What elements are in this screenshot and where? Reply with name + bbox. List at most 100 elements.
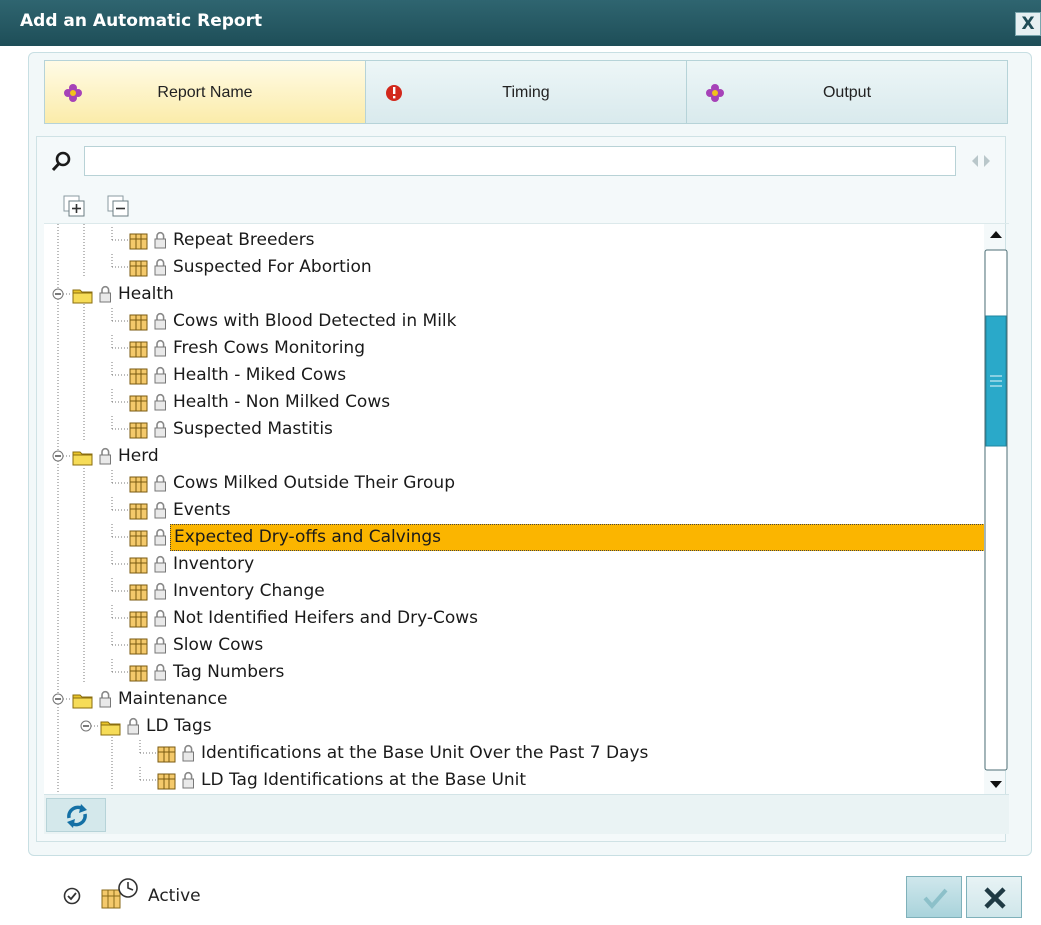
report-tree: Repeat Breeders Suspected For Abortion Hea… <box>44 224 984 794</box>
ok-button[interactable] <box>906 876 962 918</box>
lock-icon <box>154 258 166 276</box>
tree-report-row[interactable]: Inventory <box>44 551 984 578</box>
report-grid-icon <box>129 638 148 655</box>
tab-output-label: Output <box>822 84 872 101</box>
tree-item-label: Suspected For Abortion <box>173 257 372 277</box>
tab-timing[interactable]: Timing <box>366 61 687 123</box>
search-row <box>44 143 1009 179</box>
search-input[interactable] <box>84 146 956 176</box>
refresh-icon <box>67 804 87 828</box>
report-grid-icon <box>129 314 148 331</box>
tree-folder-row[interactable]: Herd <box>44 443 984 470</box>
lock-icon <box>154 582 166 600</box>
lock-icon <box>182 771 194 789</box>
report-grid-icon <box>129 368 148 385</box>
lock-icon <box>154 528 166 546</box>
close-button[interactable]: X <box>1015 12 1041 36</box>
tree-report-row[interactable]: LD Tag Identifications at the Base Unit <box>44 767 984 794</box>
tree-report-row[interactable]: Suspected For Abortion <box>44 254 984 281</box>
tab-timing-label: Timing <box>502 84 550 101</box>
tab-strip: Report Name Timing Output <box>44 60 1008 124</box>
tree-report-row[interactable]: Not Identified Heifers and Dry-Cows <box>44 605 984 632</box>
tree-item-label: Cows Milked Outside Their Group <box>173 473 455 493</box>
refresh-button[interactable] <box>46 798 106 832</box>
tab-report-name[interactable]: Report Name <box>45 61 366 123</box>
checkmark-icon <box>923 888 948 910</box>
report-grid-icon <box>157 773 176 790</box>
report-grid-icon <box>129 665 148 682</box>
tree-report-row[interactable]: Fresh Cows Monitoring <box>44 335 984 362</box>
folder-icon <box>72 451 93 466</box>
folder-icon <box>72 694 93 709</box>
active-checkbox-icon[interactable] <box>62 886 82 906</box>
tree-report-row[interactable]: Events <box>44 497 984 524</box>
nav-arrows-icon[interactable] <box>964 151 1000 171</box>
tree-report-row[interactable]: Expected Dry-offs and Calvings <box>44 524 984 551</box>
lock-icon <box>154 231 166 249</box>
tree-report-row[interactable]: Health - Miked Cows <box>44 362 984 389</box>
report-grid-icon <box>129 233 148 250</box>
tree-folder-row[interactable]: Maintenance <box>44 686 984 713</box>
expand-all-icon[interactable] <box>62 194 88 218</box>
tree-item-label: Cows with Blood Detected in Milk <box>173 311 457 331</box>
cancel-button[interactable] <box>966 876 1022 918</box>
tree-scrollbar[interactable] <box>984 224 1008 794</box>
lock-icon <box>182 744 194 762</box>
tree-item-label: Fresh Cows Monitoring <box>173 338 365 358</box>
tree-item-label: LD Tags <box>146 716 212 736</box>
tree-item-label: Maintenance <box>118 689 228 709</box>
refresh-bar <box>44 794 1009 834</box>
title-bar: Add an Automatic Report X <box>0 0 1041 46</box>
tree-report-row[interactable]: Health - Non Milked Cows <box>44 389 984 416</box>
lock-icon <box>154 366 166 384</box>
report-grid-icon <box>129 476 148 493</box>
tree-report-row[interactable]: Suspected Mastitis <box>44 416 984 443</box>
tree-report-row[interactable]: Slow Cows <box>44 632 984 659</box>
tree-item-label: Events <box>173 500 231 520</box>
collapse-all-icon[interactable] <box>106 194 132 218</box>
scroll-up-icon <box>990 231 1002 238</box>
tree-report-row[interactable]: Cows with Blood Detected in Milk <box>44 308 984 335</box>
scroll-down-icon <box>990 781 1002 788</box>
tree-item-label: Repeat Breeders <box>173 230 315 250</box>
lock-icon <box>154 312 166 330</box>
tree-folder-row[interactable]: LD Tags <box>44 713 984 740</box>
report-grid-icon <box>129 584 148 601</box>
tree-item-label: Herd <box>118 446 159 466</box>
tree-report-row[interactable]: Identifications at the Base Unit Over th… <box>44 740 984 767</box>
report-grid-icon <box>157 746 176 763</box>
lock-icon <box>154 663 166 681</box>
lock-icon <box>154 339 166 357</box>
tree-report-row[interactable]: Tag Numbers <box>44 659 984 686</box>
report-grid-icon <box>129 611 148 628</box>
report-grid-icon <box>129 260 148 277</box>
tree-item-label: Suspected Mastitis <box>173 419 333 439</box>
search-icon <box>51 151 71 172</box>
tree-report-row[interactable]: Repeat Breeders <box>44 227 984 254</box>
scrollbar-track[interactable] <box>984 224 1008 794</box>
tree-item-label: Health <box>118 284 174 304</box>
tree-item-label: Slow Cows <box>173 635 264 655</box>
tree-report-row[interactable]: Cows Milked Outside Their Group <box>44 470 984 497</box>
report-grid-icon <box>129 422 148 439</box>
report-grid-icon <box>129 530 148 547</box>
tree-item-label: Tag Numbers <box>173 662 285 682</box>
tab-output[interactable]: Output <box>687 61 1007 123</box>
tree-item-label: Expected Dry-offs and Calvings <box>170 524 984 551</box>
tab-report-name-label: Report Name <box>157 84 253 101</box>
report-grid-icon <box>129 503 148 520</box>
folder-icon <box>72 289 93 304</box>
lock-icon <box>154 555 166 573</box>
close-icon <box>984 887 1006 909</box>
lock-icon <box>154 393 166 411</box>
report-grid-icon <box>129 557 148 574</box>
lock-icon <box>99 285 111 303</box>
tree-folder-row[interactable]: Health <box>44 281 984 308</box>
scheduled-report-icon <box>101 878 138 909</box>
report-grid-icon <box>129 341 148 358</box>
lock-icon <box>99 447 111 465</box>
tree-report-row[interactable]: Inventory Change <box>44 578 984 605</box>
report-grid-icon <box>129 395 148 412</box>
folder-icon <box>100 721 121 736</box>
tree-item-label: Health - Miked Cows <box>173 365 347 385</box>
